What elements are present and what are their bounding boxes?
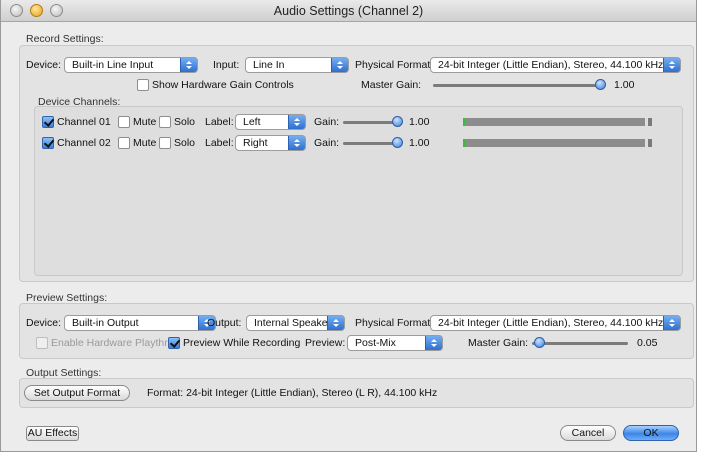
record-master-gain-slider[interactable] bbox=[433, 84, 601, 87]
channel-02-gain-label: Gain: bbox=[314, 137, 340, 149]
preview-mode-value: Post-Mix bbox=[355, 337, 396, 349]
channel-01-name: Channel 01 bbox=[57, 116, 111, 128]
channel-01-gain-label: Gain: bbox=[314, 116, 340, 128]
preview-format-value: 24-bit Integer (Little Endian), Stereo, … bbox=[438, 317, 664, 329]
channel-01-label-value: Left bbox=[243, 116, 261, 128]
preview-mode-popup[interactable]: Post-Mix bbox=[347, 335, 443, 351]
record-master-gain-knob[interactable] bbox=[595, 79, 606, 90]
preview-output-value: Internal Speakers bbox=[254, 317, 337, 329]
audio-settings-window: Audio Settings (Channel 2) Record Settin… bbox=[0, 0, 697, 452]
output-format-text: Format: 24-bit Integer (Little Endian), … bbox=[147, 387, 438, 399]
preview-output-label: Output: bbox=[207, 317, 242, 329]
record-format-popup[interactable]: 24-bit Integer (Little Endian), Stereo, … bbox=[430, 57, 681, 73]
preview-master-gain-label: Master Gain: bbox=[468, 337, 529, 349]
channel-01-gain-value: 1.00 bbox=[409, 116, 430, 128]
preview-device-value: Built-in Output bbox=[72, 317, 139, 329]
channel-02-name: Channel 02 bbox=[57, 137, 111, 149]
record-settings-label: Record Settings: bbox=[26, 33, 104, 45]
channel-02-label-value: Right bbox=[243, 137, 268, 149]
channel-01-solo-label: Solo bbox=[174, 116, 196, 128]
preview-master-gain-knob[interactable] bbox=[534, 337, 545, 348]
popup-arrows-icon bbox=[663, 58, 680, 72]
channel-02-checkbox[interactable] bbox=[42, 137, 54, 149]
channel-01-mute-checkbox[interactable] bbox=[118, 116, 130, 128]
popup-arrows-icon bbox=[327, 316, 344, 330]
channel-02-label-label: Label: bbox=[205, 137, 234, 149]
au-effects-button[interactable]: AU Effects bbox=[26, 426, 79, 441]
preview-master-gain-slider[interactable] bbox=[532, 342, 628, 345]
popup-arrows-icon bbox=[425, 336, 442, 350]
preview-format-popup[interactable]: 24-bit Integer (Little Endian), Stereo, … bbox=[430, 315, 681, 331]
preview-format-label: Physical Format: bbox=[355, 317, 434, 329]
channel-02-gain-knob[interactable] bbox=[392, 137, 403, 148]
record-input-popup[interactable]: Line In bbox=[245, 57, 349, 73]
channel-02-solo-label: Solo bbox=[174, 137, 196, 149]
channel-02-label-popup[interactable]: Right bbox=[235, 135, 306, 151]
device-channels-group: Channel 01 Mute Solo Label: Left Gain: 1… bbox=[34, 106, 683, 276]
record-input-value: Line In bbox=[253, 59, 285, 71]
preview-device-popup[interactable]: Built-in Output bbox=[64, 315, 216, 331]
output-settings-group: Set Output Format Format: 24-bit Integer… bbox=[19, 378, 694, 408]
preview-master-gain-value: 0.05 bbox=[637, 337, 658, 349]
channel-01-gain-knob[interactable] bbox=[392, 116, 403, 127]
record-device-label: Device: bbox=[26, 59, 62, 71]
preview-output-popup[interactable]: Internal Speakers bbox=[246, 315, 345, 331]
preview-mode-label: Preview: bbox=[305, 337, 346, 349]
preview-settings-group: Device: Built-in Output Output: Internal… bbox=[19, 303, 694, 359]
channel-02-gain-value: 1.00 bbox=[409, 137, 430, 149]
channel-02-peak-indicator bbox=[648, 139, 652, 147]
record-settings-group: Device: Built-in Line Input Input: Line … bbox=[19, 45, 694, 282]
channel-01-label-popup[interactable]: Left bbox=[235, 114, 306, 130]
popup-arrows-icon bbox=[663, 316, 680, 330]
channel-02-mute-checkbox[interactable] bbox=[118, 137, 130, 149]
record-device-value: Built-in Line Input bbox=[72, 59, 154, 71]
channel-01-solo-checkbox[interactable] bbox=[159, 116, 171, 128]
popup-arrows-icon bbox=[288, 115, 305, 129]
record-master-gain-value: 1.00 bbox=[614, 79, 635, 91]
channel-01-mute-label: Mute bbox=[133, 116, 157, 128]
window-title: Audio Settings (Channel 2) bbox=[273, 4, 424, 18]
channel-01-gain-slider[interactable] bbox=[343, 121, 399, 124]
preview-device-label: Device: bbox=[26, 317, 62, 329]
record-device-popup[interactable]: Built-in Line Input bbox=[64, 57, 198, 73]
channel-02-level-meter bbox=[463, 139, 645, 147]
hardware-playthru-label: Enable Hardware Playthru bbox=[51, 337, 174, 349]
hardware-playthru-checkbox[interactable] bbox=[36, 337, 48, 349]
title-bar[interactable]: Audio Settings (Channel 2) bbox=[1, 0, 696, 22]
show-hardware-gain-checkbox[interactable] bbox=[137, 79, 149, 91]
channel-02-solo-checkbox[interactable] bbox=[159, 137, 171, 149]
popup-arrows-icon bbox=[288, 136, 305, 150]
channel-01-checkbox[interactable] bbox=[42, 116, 54, 128]
channel-01-level-meter bbox=[463, 118, 645, 126]
popup-arrows-icon bbox=[180, 58, 197, 72]
show-hardware-gain-label: Show Hardware Gain Controls bbox=[152, 79, 294, 91]
record-master-gain-label: Master Gain: bbox=[361, 79, 422, 91]
record-format-label: Physical Format: bbox=[355, 59, 434, 71]
channel-01-level-signal bbox=[463, 118, 465, 126]
channel-01-peak-indicator bbox=[648, 118, 652, 126]
cancel-button[interactable]: Cancel bbox=[560, 425, 616, 441]
channel-01-label-label: Label: bbox=[205, 116, 234, 128]
channel-02-gain-slider[interactable] bbox=[343, 142, 399, 145]
record-input-label: Input: bbox=[213, 59, 240, 71]
set-output-format-button[interactable]: Set Output Format bbox=[24, 385, 130, 401]
record-format-value: 24-bit Integer (Little Endian), Stereo, … bbox=[438, 59, 664, 71]
preview-while-recording-label: Preview While Recording bbox=[183, 337, 301, 349]
ok-button[interactable]: OK bbox=[623, 425, 679, 441]
channel-02-mute-label: Mute bbox=[133, 137, 157, 149]
preview-while-recording-checkbox[interactable] bbox=[168, 337, 180, 349]
popup-arrows-icon bbox=[331, 58, 348, 72]
channel-02-level-signal bbox=[463, 139, 465, 147]
